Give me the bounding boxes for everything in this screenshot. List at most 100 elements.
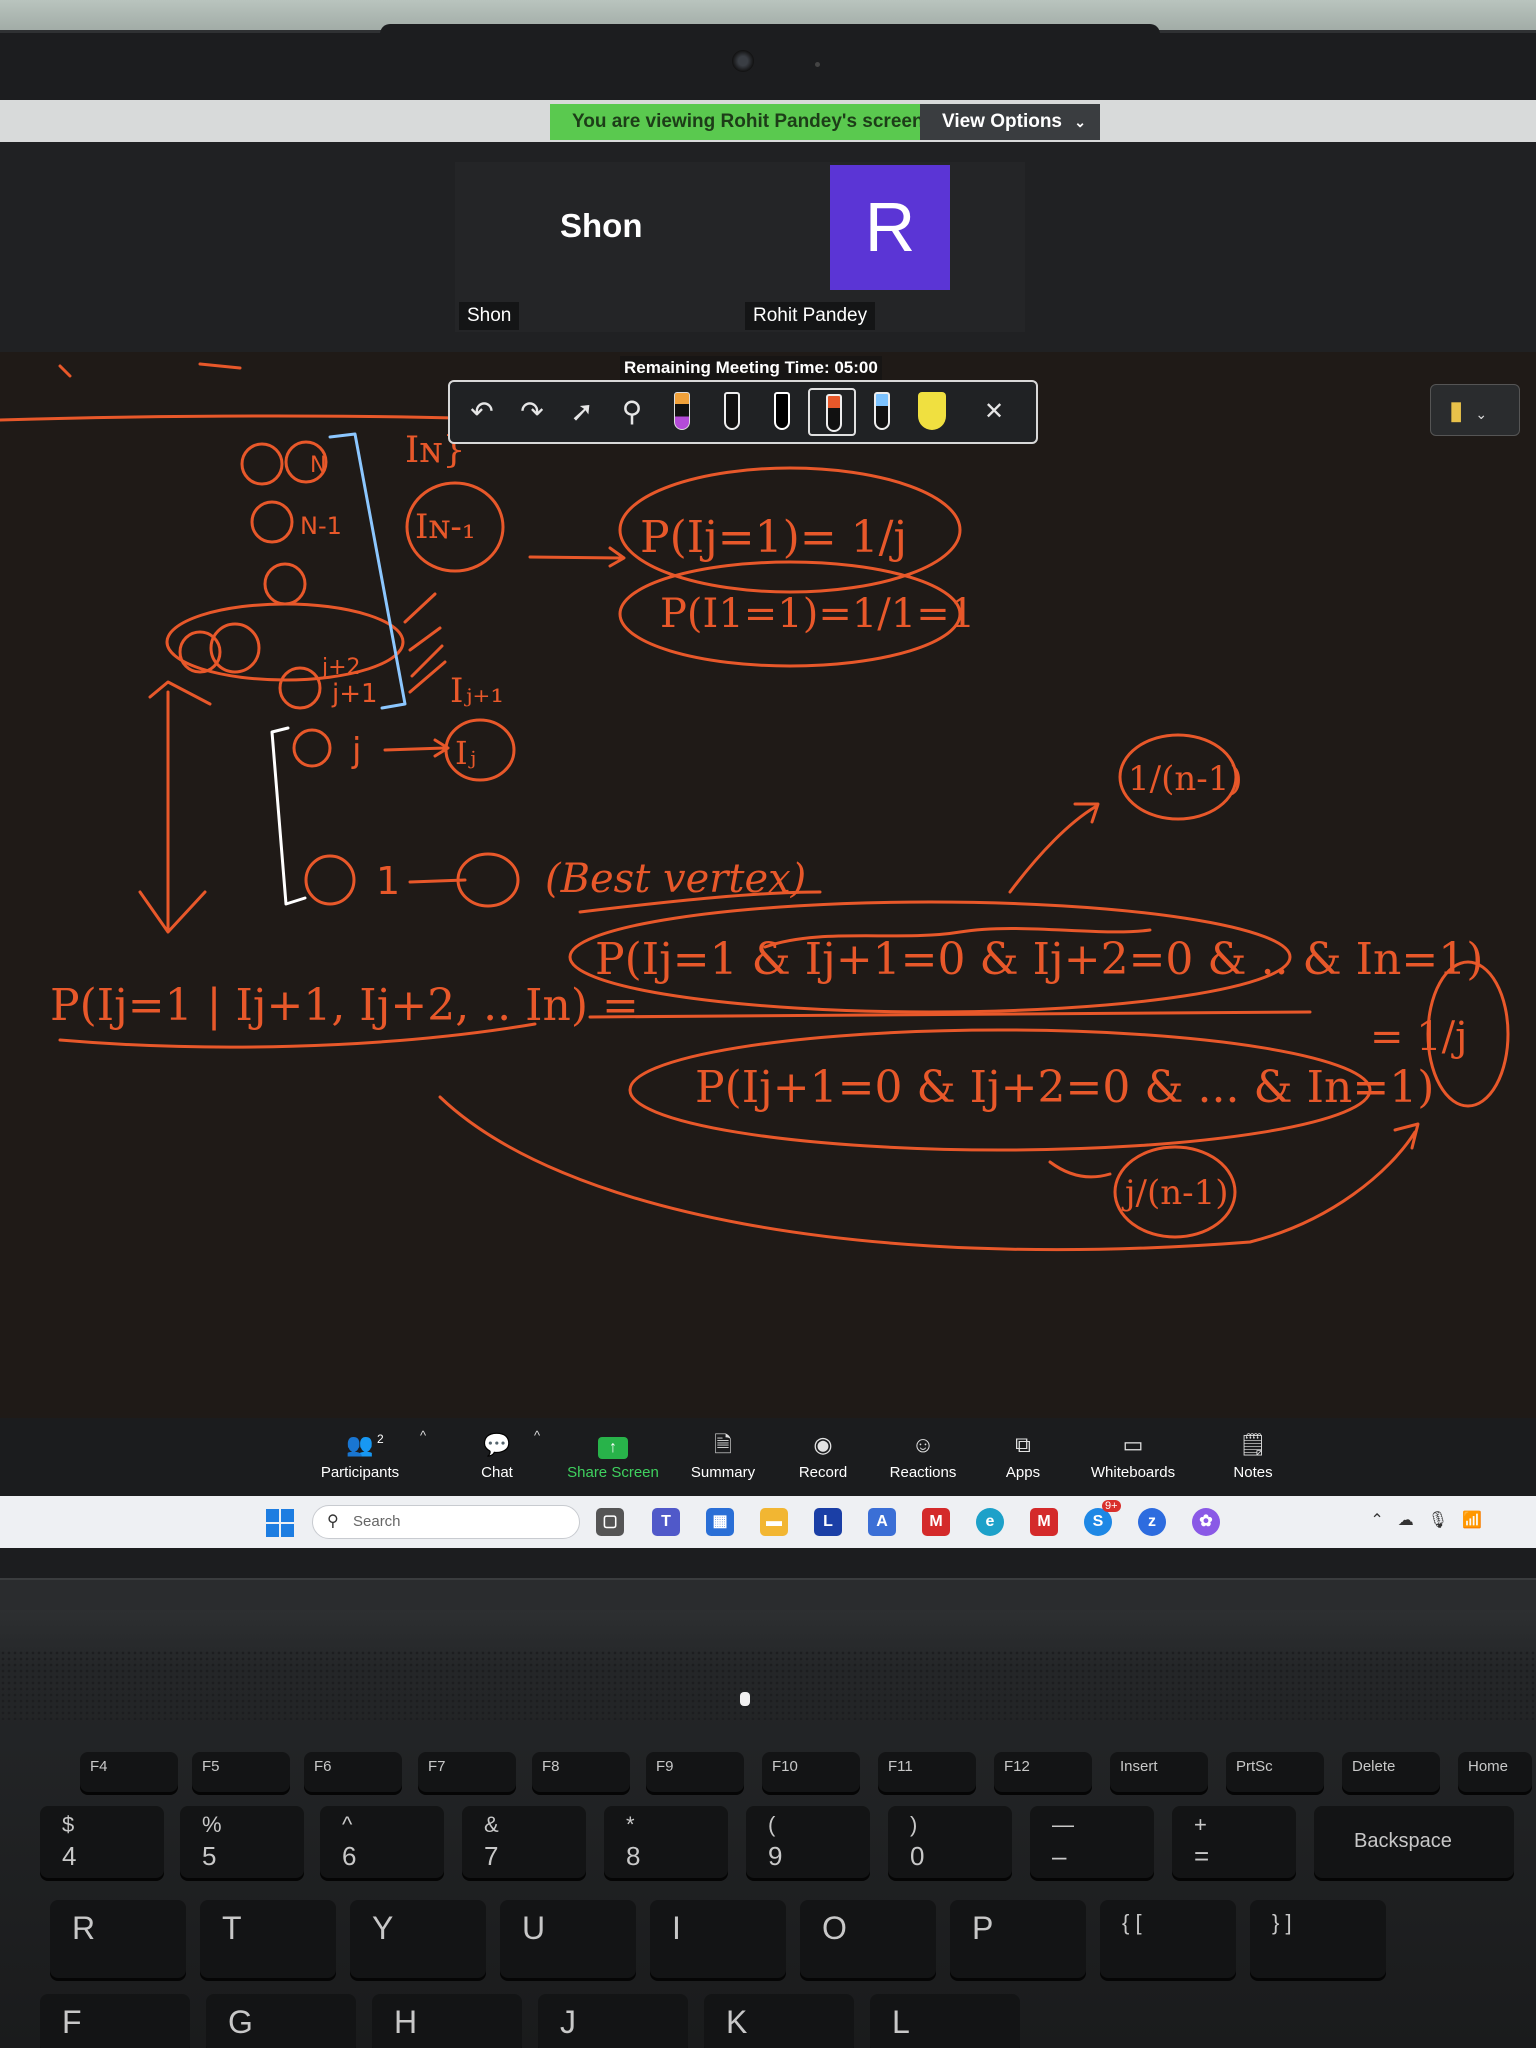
windows-start-icon[interactable] — [266, 1509, 294, 1537]
key-left-bracket[interactable]: { [ — [1100, 1900, 1236, 1978]
task-view-icon[interactable]: ▢ — [596, 1508, 624, 1536]
key-t[interactable]: T — [200, 1900, 336, 1978]
record-button[interactable]: ◉ Record — [768, 1430, 878, 1492]
key-4[interactable]: $4 — [40, 1806, 164, 1878]
key-right-bracket[interactable]: } ] — [1250, 1900, 1386, 1978]
key-f5[interactable]: F5 — [192, 1752, 290, 1792]
laptop-screen: You are viewing Rohit Pandey's screen Vi… — [0, 100, 1536, 1548]
key-8[interactable]: * 8 — [604, 1806, 728, 1878]
redo-icon[interactable]: ↷ — [508, 388, 556, 436]
key-label: % — [202, 1812, 222, 1837]
key-label: & — [484, 1812, 499, 1837]
key-9[interactable]: (9 — [746, 1806, 870, 1878]
key-j[interactable]: J — [538, 1994, 688, 2048]
select-pointer-icon[interactable]: ➚ — [558, 388, 606, 436]
key-label: F4 — [90, 1758, 108, 1775]
key-delete[interactable]: Delete — [1342, 1752, 1440, 1792]
drawing-app-icon[interactable]: A — [868, 1508, 896, 1536]
marker-purple-icon[interactable] — [658, 388, 706, 436]
key-minus[interactable]: — – — [1030, 1806, 1154, 1878]
search-icon[interactable]: ⚲ — [608, 388, 656, 436]
participant-tile-shon[interactable]: Shon Shon — [455, 162, 745, 332]
key-7[interactable]: & 7 — [462, 1806, 586, 1878]
key-label: * — [626, 1812, 635, 1837]
key-f4[interactable]: F4 — [80, 1752, 178, 1792]
pen-orange-icon[interactable] — [808, 388, 856, 436]
store-icon[interactable]: ▦ — [706, 1508, 734, 1536]
share-screen-button[interactable]: ↑ Share Screen — [558, 1430, 668, 1492]
key-label: 7 — [484, 1841, 499, 1871]
key-label: H — [394, 2004, 418, 2040]
key-f8[interactable]: F8 — [532, 1752, 630, 1792]
zoom-icon[interactable]: z — [1138, 1508, 1166, 1536]
key-0[interactable]: ) 0 — [888, 1806, 1012, 1878]
undo-icon[interactable]: ↶ — [458, 388, 506, 436]
participant-tile-rohit[interactable]: R Rohit Pandey — [745, 162, 1025, 332]
key-label: — — [1052, 1812, 1074, 1837]
skype-icon[interactable]: S — [1084, 1508, 1112, 1536]
key-g[interactable]: G — [206, 1994, 356, 2048]
ink-in-minus-1-label: Iɴ-₁ — [415, 507, 476, 547]
key-f[interactable]: F — [40, 1994, 190, 2048]
key-label: L — [892, 2004, 910, 2040]
key-home[interactable]: Home — [1458, 1752, 1532, 1792]
power-indicator — [740, 1692, 750, 1706]
file-explorer-icon[interactable]: ▬ — [760, 1508, 788, 1536]
participants-button[interactable]: 👥 2 Participants — [305, 1430, 415, 1492]
close-icon[interactable]: ✕ — [970, 388, 1018, 436]
taskbar-search-input[interactable]: ⚲ Search — [312, 1505, 580, 1539]
key-backspace[interactable]: Backspace — [1314, 1806, 1514, 1878]
key-u[interactable]: U — [500, 1900, 636, 1978]
apps-button[interactable]: ⧉ Apps — [968, 1430, 1078, 1492]
key-f7[interactable]: F7 — [418, 1752, 516, 1792]
clipboard-tool-button[interactable]: ▮ ⌄ — [1430, 384, 1520, 436]
highlighter-yellow-icon[interactable] — [908, 388, 956, 436]
key-label: F9 — [656, 1758, 674, 1775]
key-h[interactable]: H — [372, 1994, 522, 2048]
key-6[interactable]: ^ 6 — [320, 1806, 444, 1878]
key-l[interactable]: L — [870, 1994, 1020, 2048]
ink-annotations: Iɴ} Iɴ-₁ N N-1 j+2 j+1 Iⱼ₊₁ j Iⱼ 1 (Best… — [0, 362, 1510, 1252]
key-r[interactable]: R — [50, 1900, 186, 1978]
mcafee-alt-icon[interactable]: M — [1030, 1508, 1058, 1536]
ink-node-1 — [304, 854, 356, 906]
speaker-grille — [0, 1650, 1536, 1720]
whiteboards-icon: ▭ — [1122, 1432, 1144, 1457]
notes-button[interactable]: 🗒 Notes — [1198, 1430, 1308, 1492]
key-f11[interactable]: F11 — [878, 1752, 976, 1792]
key-p[interactable]: P — [950, 1900, 1086, 1978]
key-o[interactable]: O — [800, 1900, 936, 1978]
key-i[interactable]: I — [650, 1900, 786, 1978]
whiteboard-canvas[interactable]: Iɴ} Iɴ-₁ N N-1 j+2 j+1 Iⱼ₊₁ j Iⱼ 1 (Best… — [0, 352, 1536, 1520]
l-app-icon[interactable]: L — [814, 1508, 842, 1536]
key-label: F — [62, 2004, 82, 2040]
chevron-up-icon[interactable]: ^ — [420, 1428, 426, 1443]
key-label: 0 — [910, 1841, 925, 1871]
reactions-button[interactable]: ☺ Reactions — [868, 1430, 978, 1492]
key-label: = — [1194, 1841, 1210, 1871]
edge-icon[interactable]: e — [976, 1508, 1004, 1536]
key-equals[interactable]: + = — [1172, 1806, 1296, 1878]
pen-blue-icon[interactable] — [858, 388, 906, 436]
teams-icon[interactable]: T — [652, 1508, 680, 1536]
mcafee-icon[interactable]: M — [922, 1508, 950, 1536]
key-insert[interactable]: Insert — [1110, 1752, 1208, 1792]
key-k[interactable]: K — [704, 1994, 854, 2048]
key-label: F11 — [888, 1758, 913, 1775]
key-f9[interactable]: F9 — [646, 1752, 744, 1792]
whiteboards-button[interactable]: ▭ Whiteboards — [1078, 1430, 1188, 1492]
key-f6[interactable]: F6 — [304, 1752, 402, 1792]
key-f10[interactable]: F10 — [762, 1752, 860, 1792]
system-tray[interactable]: ⌃☁🎙📶 — [1370, 1510, 1496, 1530]
pen-white-icon[interactable] — [708, 388, 756, 436]
key-y[interactable]: Y — [350, 1900, 486, 1978]
copilot-icon[interactable]: ✿ — [1192, 1508, 1220, 1536]
view-options-button[interactable]: View Options ⌄ — [920, 104, 1100, 140]
key-prtsc[interactable]: PrtSc — [1226, 1752, 1324, 1792]
chevron-up-icon[interactable]: ^ — [534, 1428, 540, 1443]
key-5[interactable]: % 5 — [180, 1806, 304, 1878]
key-f12[interactable]: F12 — [994, 1752, 1092, 1792]
participant-name-label: Rohit Pandey — [745, 302, 876, 330]
summary-button[interactable]: 🗎 Summary — [668, 1430, 778, 1492]
pen-black-icon[interactable] — [758, 388, 806, 436]
